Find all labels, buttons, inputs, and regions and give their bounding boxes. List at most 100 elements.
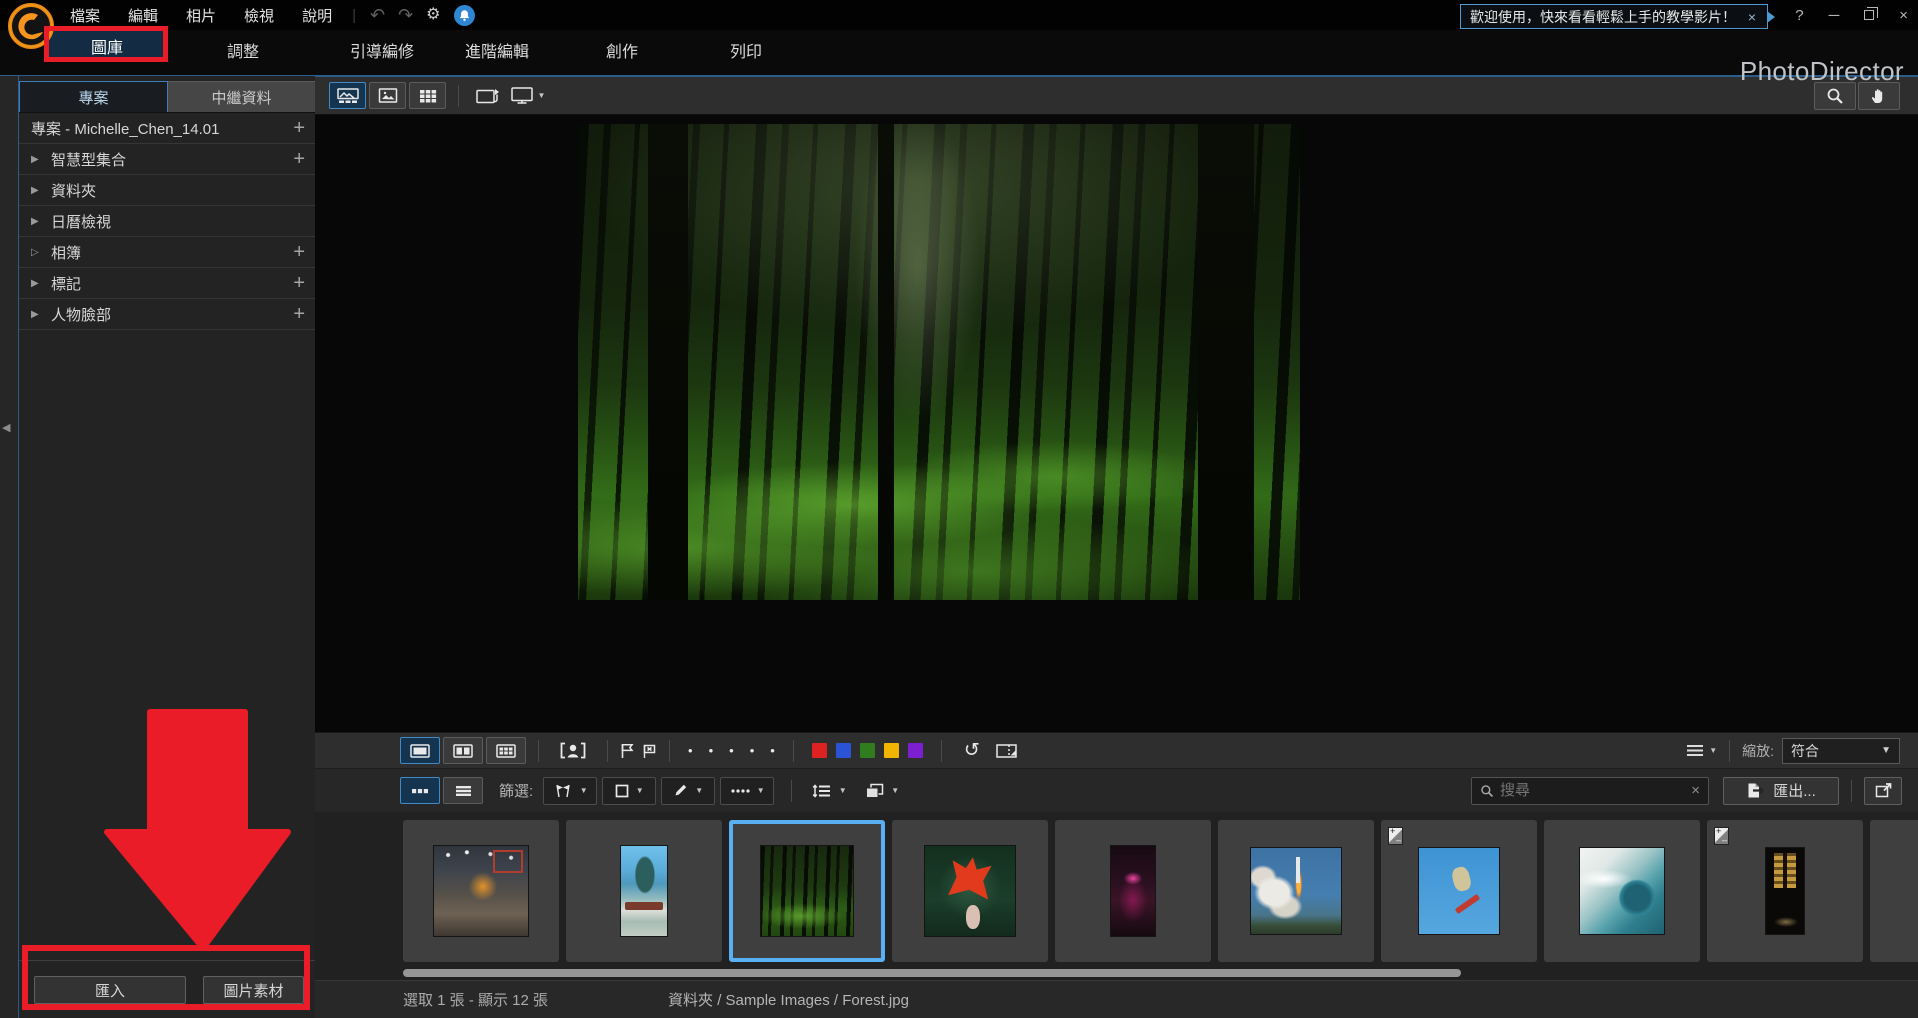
- tab-advanced-edit[interactable]: 進階編輯: [457, 35, 537, 65]
- menu-photo[interactable]: 相片: [180, 3, 222, 28]
- thumbnail-boat-island[interactable]: [566, 820, 722, 962]
- notification-bell-icon[interactable]: [454, 5, 475, 26]
- flag-filter-dropdown[interactable]: ▼: [543, 777, 597, 805]
- tab-guided-edit[interactable]: 引導編修: [342, 35, 422, 65]
- mirror-compare-icon[interactable]: [996, 743, 1018, 759]
- menu-view[interactable]: 檢視: [238, 3, 280, 28]
- list-view-button[interactable]: [443, 777, 483, 804]
- close-button[interactable]: ×: [1899, 7, 1908, 24]
- thumbnail-church-window[interactable]: [1707, 820, 1863, 962]
- zoom-tool-button[interactable]: [1814, 82, 1856, 110]
- reject-flag-icon[interactable]: [642, 743, 657, 759]
- rating-dot-icon[interactable]: •: [770, 743, 775, 758]
- compare-view-button[interactable]: [443, 737, 483, 764]
- rotate-left-icon[interactable]: ↺: [964, 741, 980, 760]
- stock-media-button[interactable]: 圖片素材: [203, 976, 304, 1004]
- thumbnail-rocket-launch[interactable]: [1218, 820, 1374, 962]
- help-button[interactable]: ?: [1795, 7, 1803, 24]
- color-label-blue[interactable]: [836, 743, 851, 758]
- sidebar-tab-project[interactable]: 專案: [19, 81, 168, 112]
- rating-dot-icon[interactable]: •: [709, 743, 714, 758]
- color-label-yellow[interactable]: [884, 743, 899, 758]
- add-icon[interactable]: +: [293, 242, 305, 262]
- color-label-purple[interactable]: [908, 743, 923, 758]
- add-icon[interactable]: +: [293, 118, 305, 138]
- pan-tool-button[interactable]: [1858, 82, 1900, 110]
- face-tag-button[interactable]: [551, 737, 595, 764]
- add-icon[interactable]: +: [293, 304, 305, 324]
- tree-trunk: [648, 124, 688, 600]
- browse-single-button[interactable]: [400, 737, 440, 764]
- view-options-button[interactable]: ▼: [1687, 745, 1717, 756]
- menu-help[interactable]: 說明: [296, 3, 338, 28]
- more-filters-dropdown[interactable]: ▼: [720, 777, 774, 805]
- color-filter-dropdown[interactable]: ▼: [602, 777, 656, 805]
- expander-icon[interactable]: ▶: [31, 278, 51, 289]
- rating-dot-icon[interactable]: •: [729, 743, 734, 758]
- color-label-green[interactable]: [860, 743, 875, 758]
- redo-icon[interactable]: ↷: [398, 6, 413, 24]
- thumbnail-ocean-wave[interactable]: [1544, 820, 1700, 962]
- export-button[interactable]: 匯出...: [1723, 777, 1839, 805]
- tree-row-albums[interactable]: ▷ 相簿 +: [19, 237, 315, 268]
- welcome-tooltip: 歡迎使用，快來看看輕鬆上手的教學影片！ ×: [1460, 4, 1768, 29]
- expander-icon[interactable]: ▶: [31, 309, 51, 320]
- thumbnail-partial[interactable]: [1870, 820, 1918, 962]
- add-icon[interactable]: +: [293, 149, 305, 169]
- tab-print[interactable]: 列印: [722, 35, 770, 65]
- thumbnail-view-button[interactable]: [400, 777, 440, 804]
- view-photo-filmstrip-button[interactable]: [329, 82, 366, 109]
- collapse-left-icon[interactable]: ◀: [2, 421, 10, 434]
- tree-row-calendar-view[interactable]: ▶ 日曆檢視: [19, 206, 315, 237]
- thumbnail-forest-selected[interactable]: [729, 820, 885, 962]
- expander-icon[interactable]: ▷: [31, 247, 51, 258]
- grid-view-button[interactable]: [486, 737, 526, 764]
- flag-icon[interactable]: [620, 743, 635, 759]
- rating-dot-icon[interactable]: •: [688, 743, 693, 758]
- thumbnail-maple-leaf[interactable]: [892, 820, 1048, 962]
- thumbnail-neon-sign[interactable]: [1055, 820, 1211, 962]
- tab-library[interactable]: 圖庫: [48, 30, 166, 61]
- search-input[interactable]: [1500, 782, 1685, 799]
- project-tree: 專案 - Michelle_Chen_14.01 + ▶ 智慧型集合 + ▶ 資…: [19, 112, 315, 960]
- expander-icon[interactable]: ▶: [31, 185, 51, 196]
- expander-icon[interactable]: ▶: [31, 216, 51, 227]
- sort-dropdown[interactable]: ▼: [804, 777, 854, 805]
- thumbnail-basketball-dunk[interactable]: [403, 820, 559, 962]
- expander-icon[interactable]: ▶: [31, 154, 51, 165]
- forest-photo: [578, 124, 1300, 600]
- tree-row-folders[interactable]: ▶ 資料夾: [19, 175, 315, 206]
- undo-icon[interactable]: ↶: [370, 6, 385, 24]
- tree-row-smart-collection[interactable]: ▶ 智慧型集合 +: [19, 144, 315, 175]
- restore-button[interactable]: [1864, 10, 1874, 20]
- swap-display-button[interactable]: [471, 82, 505, 109]
- tree-row-project[interactable]: 專案 - Michelle_Chen_14.01 +: [19, 113, 315, 144]
- star-rating[interactable]: • • • • •: [688, 743, 775, 758]
- view-grid-button[interactable]: [409, 82, 446, 109]
- tab-create[interactable]: 創作: [598, 35, 646, 65]
- tree-row-faces[interactable]: ▶ 人物臉部 +: [19, 299, 315, 330]
- detach-window-button[interactable]: [1864, 777, 1902, 805]
- tab-adjust[interactable]: 調整: [219, 35, 267, 65]
- add-icon[interactable]: +: [293, 273, 305, 293]
- sidebar-collapse-strip[interactable]: ◀: [0, 76, 18, 1018]
- color-label-red[interactable]: [812, 743, 827, 758]
- tooltip-close-icon[interactable]: ×: [1746, 9, 1758, 25]
- menu-edit[interactable]: 編輯: [122, 3, 164, 28]
- secondary-monitor-button[interactable]: ▼: [505, 82, 551, 109]
- search-clear-icon[interactable]: ×: [1691, 782, 1700, 799]
- menu-file[interactable]: 檔案: [64, 3, 106, 28]
- view-single-photo-button[interactable]: [369, 82, 406, 109]
- tree-row-tags[interactable]: ▶ 標記 +: [19, 268, 315, 299]
- horizontal-scrollbar[interactable]: [403, 969, 1461, 977]
- settings-gear-icon[interactable]: ⚙: [426, 7, 440, 23]
- edited-filter-dropdown[interactable]: ▼: [661, 777, 715, 805]
- basketball-dunk-photo: [433, 845, 529, 937]
- thumbnail-skateboarder[interactable]: [1381, 820, 1537, 962]
- import-button[interactable]: 匯入: [34, 976, 186, 1004]
- stack-dropdown[interactable]: ▼: [859, 777, 905, 805]
- rating-dot-icon[interactable]: •: [750, 743, 755, 758]
- zoom-select[interactable]: 符合 ▼: [1782, 738, 1900, 764]
- minimize-button[interactable]: ─: [1829, 7, 1840, 24]
- sidebar-tab-metadata[interactable]: 中繼資料: [168, 81, 315, 112]
